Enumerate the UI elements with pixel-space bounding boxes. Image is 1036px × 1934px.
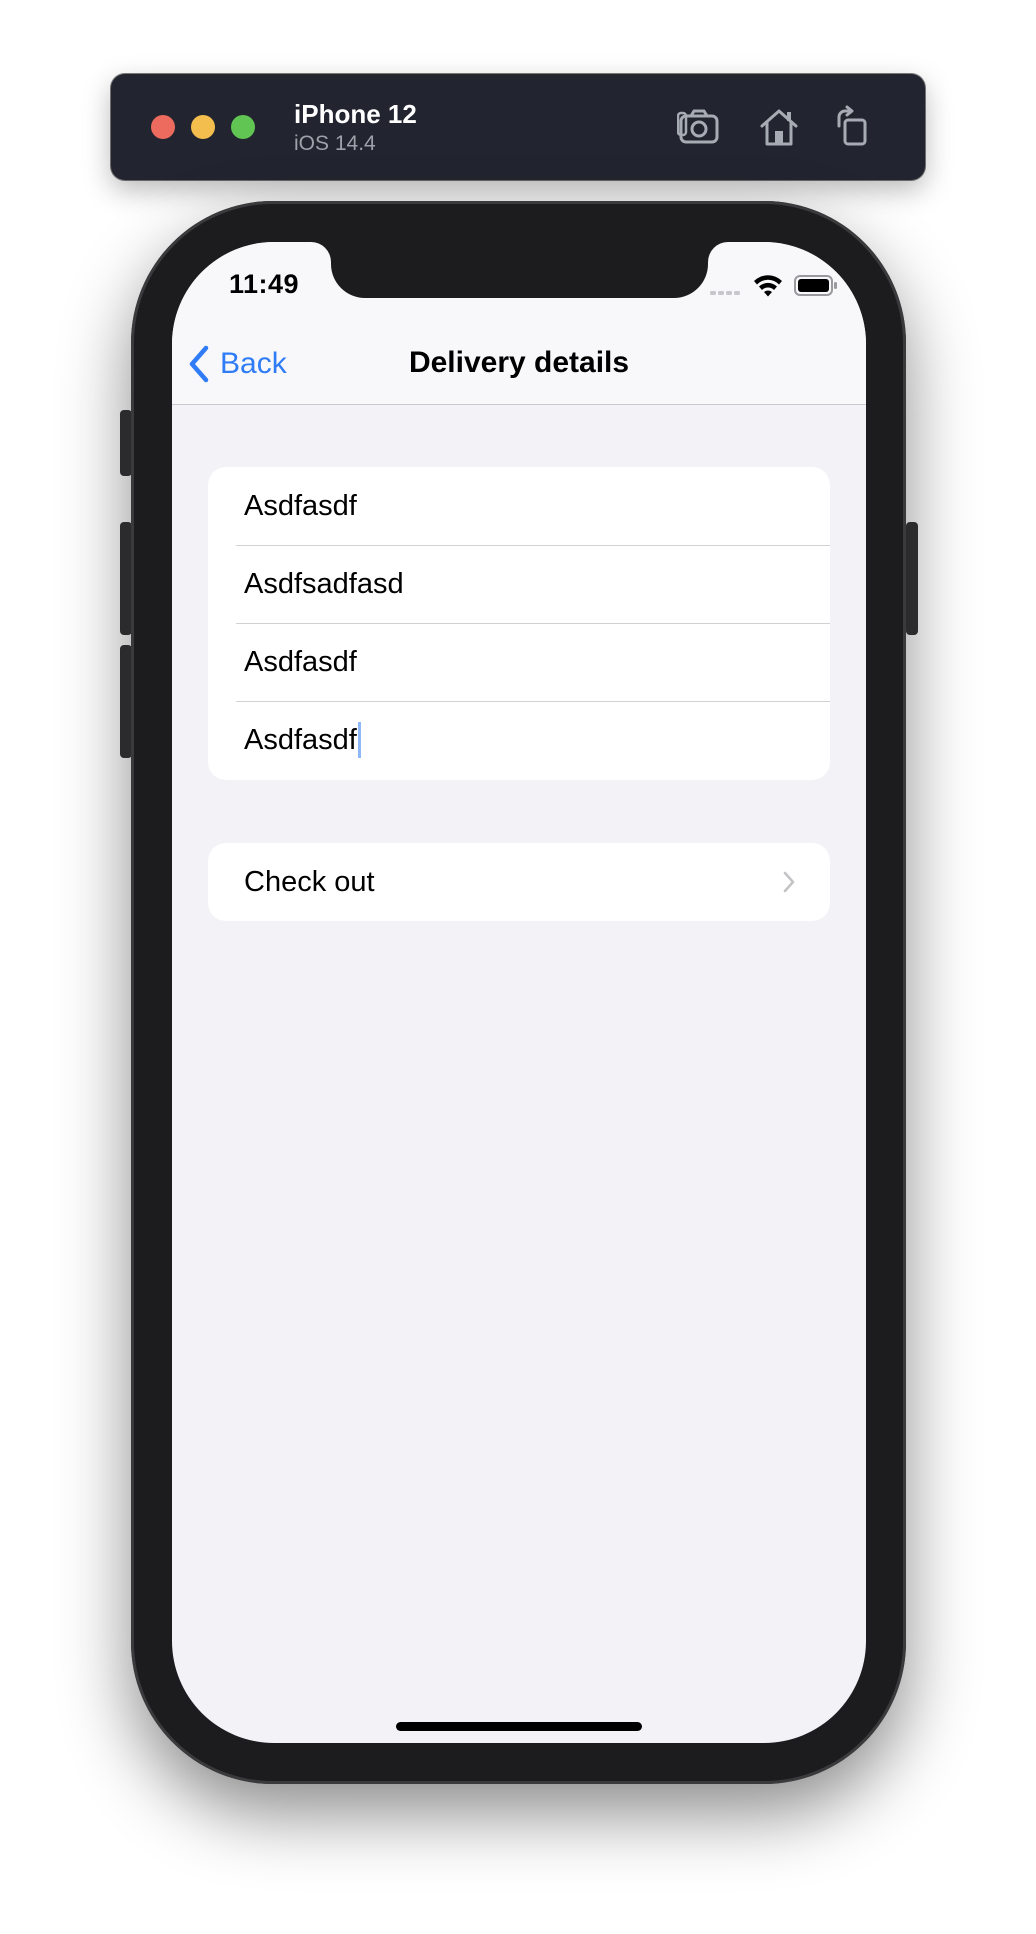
delivery-field-row: Asdfasdf — [208, 701, 830, 779]
device-name: iPhone 12 — [294, 99, 417, 129]
delivery-field-1[interactable]: Asdfasdf — [244, 467, 357, 545]
text-cursor — [357, 722, 361, 758]
delivery-field-2[interactable]: Asdfsadfasd — [244, 545, 404, 623]
field-value: Asdfsadfasd — [244, 567, 404, 600]
wifi-icon — [754, 275, 782, 297]
rotate-button[interactable] — [831, 104, 877, 150]
delivery-field-3[interactable]: Asdfasdf — [244, 623, 357, 701]
home-icon — [760, 109, 798, 146]
home-indicator[interactable] — [396, 1722, 642, 1731]
status-time: 11:49 — [229, 269, 300, 299]
delivery-field-row: Asdfasdf — [208, 467, 830, 545]
camera-icon — [677, 109, 719, 144]
zoom-window-button[interactable] — [231, 115, 255, 139]
home-button[interactable] — [756, 104, 802, 150]
cellular-signal-icon — [710, 291, 740, 295]
field-value: Asdfasdf — [244, 723, 357, 756]
notch — [331, 242, 708, 298]
delivery-field-4[interactable]: Asdfasdf — [244, 701, 361, 779]
rotate-icon — [837, 105, 867, 146]
delivery-field-row: Asdfsadfasd — [208, 545, 830, 623]
close-window-button[interactable] — [151, 115, 175, 139]
chevron-right-icon — [783, 871, 795, 893]
simulator-title-bar: iPhone 12 iOS 14.4 — [111, 74, 925, 180]
checkout-group: Check out — [208, 843, 830, 921]
field-value: Asdfasdf — [244, 645, 357, 678]
battery-icon — [794, 275, 837, 296]
screenshot-button[interactable] — [677, 104, 723, 150]
page-title: Delivery details — [408, 346, 630, 379]
os-version: iOS 14.4 — [294, 132, 376, 155]
checkout-label: Check out — [244, 866, 375, 898]
delivery-field-row: Asdfasdf — [208, 623, 830, 701]
phone-screen: Back Delivery details 11:49 Asdfasdf Asd… — [172, 242, 866, 1743]
checkout-button[interactable]: Check out — [208, 843, 830, 921]
delivery-fields-group: Asdfasdf Asdfsadfasd Asdfasdf Asdfasdf — [208, 467, 830, 780]
minimize-window-button[interactable] — [191, 115, 215, 139]
field-value: Asdfasdf — [244, 489, 357, 522]
side-button — [906, 522, 918, 635]
